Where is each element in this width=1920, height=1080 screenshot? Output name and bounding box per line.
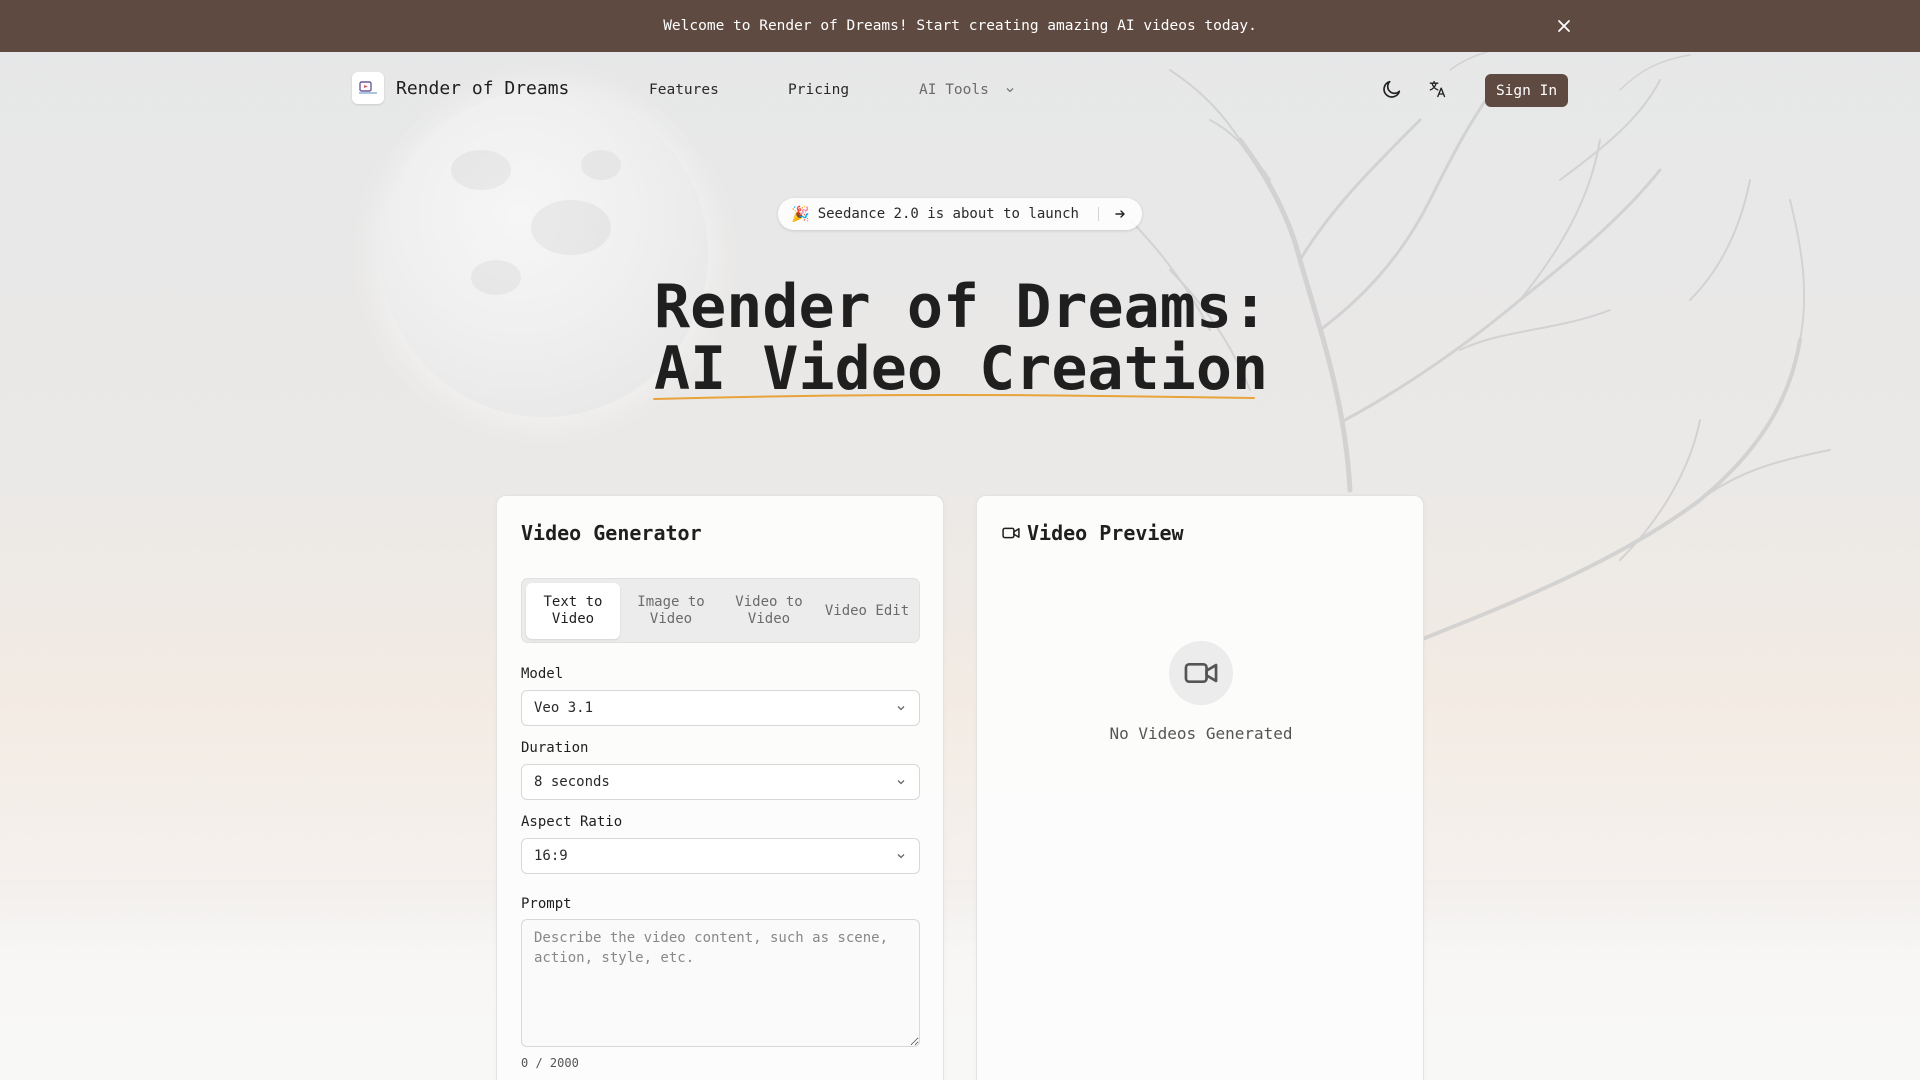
- top-navigation: Render of Dreams Features Pricing AI Too…: [0, 52, 1920, 128]
- hero-title: Render of Dreams: AI Video Creation: [654, 276, 1354, 400]
- hero-title-line1: Render of Dreams:: [654, 272, 1269, 342]
- arrow-right-icon[interactable]: [1110, 204, 1130, 224]
- chevron-down-icon: [1006, 88, 1014, 93]
- preview-header: Video Preview: [1001, 521, 1184, 545]
- translate-icon[interactable]: [1425, 77, 1449, 101]
- announcement-text: Seedance 2.0 is about to launch: [817, 206, 1079, 222]
- video-camera-icon: [1184, 662, 1218, 684]
- model-select[interactable]: Veo 3.1: [521, 690, 920, 726]
- tab-video-to-video[interactable]: Video to Video: [722, 583, 816, 639]
- divider: [1098, 207, 1099, 221]
- logo-icon: [359, 81, 377, 94]
- nav-pricing-link[interactable]: Pricing: [788, 82, 849, 98]
- announcement-pill[interactable]: 🎉 Seedance 2.0 is about to launch: [778, 198, 1142, 230]
- model-value: Veo 3.1: [534, 700, 594, 716]
- prompt-label: Prompt: [521, 896, 572, 912]
- background: [0, 0, 1920, 1080]
- tree-branches-illustration: [1129, 44, 1831, 642]
- nav-ai-tools-dropdown[interactable]: AI Tools: [919, 82, 1015, 98]
- prompt-textarea[interactable]: [521, 919, 920, 1047]
- party-icon: 🎉: [791, 205, 810, 223]
- prompt-character-counter: 0 / 2000: [521, 1056, 579, 1070]
- hero-title-line2: AI Video Creation: [654, 334, 1269, 404]
- duration-label: Duration: [521, 740, 589, 756]
- close-icon[interactable]: [1554, 16, 1574, 36]
- aspect-ratio-label: Aspect Ratio: [521, 814, 623, 830]
- preview-title: Video Preview: [1027, 521, 1184, 545]
- sign-in-button[interactable]: Sign In: [1485, 74, 1568, 107]
- tab-video-edit[interactable]: Video Edit: [820, 583, 914, 639]
- horizon-haze: [0, 880, 1920, 1080]
- empty-state-text: No Videos Generated: [1109, 724, 1293, 743]
- generator-mode-tabs: Text to Video Image to Video Video to Vi…: [521, 578, 920, 643]
- title-underline-decoration: [653, 394, 1255, 400]
- tab-text-to-video[interactable]: Text to Video: [526, 583, 620, 639]
- moon-icon[interactable]: [1380, 77, 1404, 101]
- duration-select[interactable]: 8 seconds: [521, 764, 920, 800]
- nav-features-link[interactable]: Features: [649, 82, 719, 98]
- chevron-down-icon: [897, 854, 905, 859]
- nav-ai-tools-label: AI Tools: [919, 82, 989, 98]
- chevron-down-icon: [897, 706, 905, 711]
- tab-image-to-video[interactable]: Image to Video: [624, 583, 718, 639]
- aspect-ratio-select[interactable]: 16:9: [521, 838, 920, 874]
- empty-state-icon-container: [1169, 641, 1233, 705]
- chevron-down-icon: [897, 780, 905, 785]
- aspect-ratio-value: 16:9: [534, 848, 568, 864]
- generator-title: Video Generator: [521, 521, 702, 545]
- logo[interactable]: [352, 72, 384, 104]
- announcement-banner: Welcome to Render of Dreams! Start creat…: [0, 0, 1920, 52]
- duration-value: 8 seconds: [534, 774, 610, 790]
- brand-name[interactable]: Render of Dreams: [396, 78, 569, 99]
- model-label: Model: [521, 666, 564, 682]
- video-camera-icon: [1001, 523, 1021, 543]
- banner-message: Welcome to Render of Dreams! Start creat…: [663, 18, 1257, 34]
- video-preview-card: Video Preview No Videos Generated: [976, 495, 1424, 1080]
- video-generator-card: Video Generator Text to Video Image to V…: [496, 495, 944, 1080]
